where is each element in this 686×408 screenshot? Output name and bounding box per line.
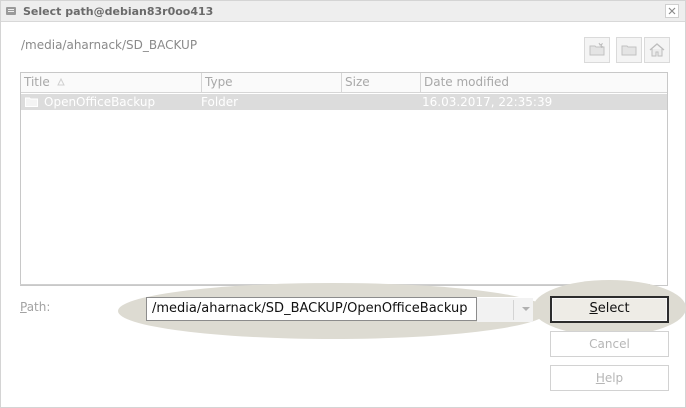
up-folder-icon — [621, 45, 637, 56]
cancel-button[interactable]: Cancel — [550, 331, 669, 357]
path-label-rest: ath: — [26, 300, 51, 314]
select-path-dialog: Select path@debian83r0oo413 /media/aharn… — [0, 0, 686, 408]
column-title-label: Title — [24, 75, 50, 89]
row-type: Folder — [201, 95, 239, 109]
path-input[interactable]: /media/aharnack/SD_BACKUP/OpenOfficeBack… — [146, 297, 477, 321]
column-type-label: Type — [205, 75, 233, 89]
help-rest: elp — [604, 371, 624, 385]
help-button[interactable]: Help — [550, 365, 669, 391]
column-header-title[interactable]: Title — [21, 73, 202, 93]
current-path: /media/aharnack/SD_BACKUP — [21, 38, 198, 52]
chevron-down-icon — [522, 307, 530, 311]
sort-ascending-icon — [56, 77, 65, 86]
row-date-modified: 16.03.2017, 22:35:39 — [422, 95, 553, 109]
select-button[interactable]: Select — [550, 296, 669, 323]
home-icon — [649, 43, 665, 57]
app-icon — [6, 7, 16, 15]
path-dropdown[interactable] — [477, 297, 533, 322]
close-icon — [668, 7, 676, 15]
row-title: OpenOfficeBackup — [44, 95, 156, 109]
column-size-label: Size — [345, 75, 370, 89]
window-title: Select path@debian83r0oo413 — [23, 5, 214, 18]
select-rest: elect — [597, 301, 630, 316]
path-label: Path: — [20, 300, 50, 314]
file-list[interactable]: Title Type Size Date modified OpenOffice… — [20, 72, 668, 286]
column-date-label: Date modified — [424, 75, 510, 89]
path-label-mnemonic: P — [20, 300, 27, 314]
new-folder-button[interactable] — [584, 37, 610, 63]
up-folder-button[interactable] — [616, 37, 642, 63]
close-button[interactable] — [665, 4, 679, 18]
table-row[interactable]: OpenOfficeBackup Folder 16.03.2017, 22:3… — [21, 94, 667, 110]
select-mnemonic: S — [589, 301, 598, 316]
column-header-size[interactable]: Size — [342, 73, 421, 93]
dropdown-separator — [513, 300, 514, 320]
help-mnemonic: H — [595, 371, 605, 385]
new-folder-icon — [589, 42, 605, 56]
folder-icon — [25, 97, 38, 107]
column-header-date-modified[interactable]: Date modified — [421, 73, 667, 93]
column-header-type[interactable]: Type — [202, 73, 342, 93]
title-bar[interactable]: Select path@debian83r0oo413 — [1, 1, 685, 22]
home-button[interactable] — [644, 37, 670, 63]
